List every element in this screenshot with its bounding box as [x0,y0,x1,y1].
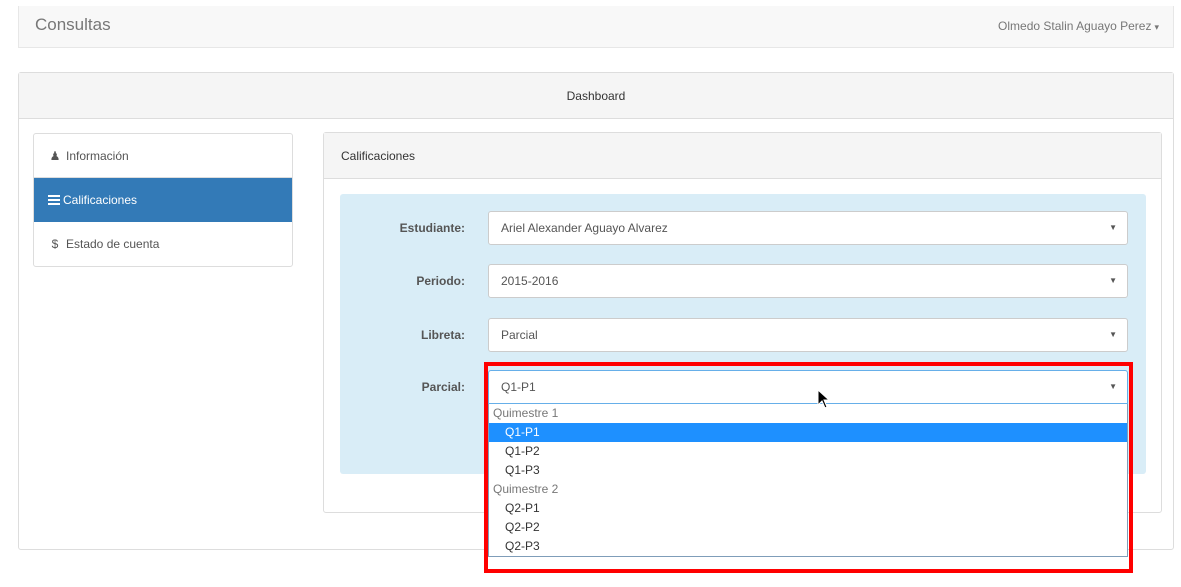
student-value: Ariel Alexander Aguayo Alvarez [501,221,668,235]
dropdown-option[interactable]: Q2-P1 [489,499,1127,518]
sidebar-item-estado-de-cuenta[interactable]: $ Estado de cuenta [34,222,292,266]
user-icon: ♟ [49,149,61,163]
partial-row: Parcial: Q1-P1 ▼ [340,370,1146,404]
booklet-row: Libreta: Parcial ▼ [340,318,1146,352]
period-row: Periodo: 2015-2016 ▼ [340,264,1146,298]
dropdown-option[interactable]: Q1-P2 [489,442,1127,461]
option-group-label: Quimestre 1 [493,406,559,420]
partial-label: Parcial: [421,380,465,394]
caret-down-icon: ▾ [1154,22,1159,32]
student-select[interactable]: Ariel Alexander Aguayo Alvarez ▼ [488,211,1128,245]
option-group-label: Quimestre 2 [493,482,559,496]
period-value: 2015-2016 [501,274,559,288]
chevron-down-icon: ▼ [1109,382,1117,391]
dashboard-title: Dashboard [19,73,1173,119]
partial-value: Q1-P1 [501,380,536,394]
partial-dropdown-list: Quimestre 1 Q1-P1 Q1-P2 Q1-P3 Quimestre 2 Q2-… [488,404,1128,557]
top-navbar: Consultas Olmedo Stalin Aguayo Perez ▾ [18,6,1174,48]
dropdown-option[interactable]: Q1-P3 [489,461,1127,480]
user-menu[interactable]: Olmedo Stalin Aguayo Perez ▾ [998,19,1159,33]
dollar-icon: $ [51,237,59,251]
booklet-label: Libreta: [420,328,465,342]
dropdown-option[interactable]: Q2-P3 [489,537,1127,556]
dropdown-option[interactable]: Q2-P2 [489,518,1127,537]
period-label: Periodo: [416,274,465,288]
booklet-value: Parcial [501,328,538,342]
navbar-brand[interactable]: Consultas [35,15,111,35]
booklet-select[interactable]: Parcial ▼ [488,318,1128,352]
student-row: Estudiante: Ariel Alexander Aguayo Alvar… [340,211,1146,245]
sidebar-menu: ♟ Información Calificaciones $ Estado de c… [33,133,293,267]
list-icon [48,195,60,205]
dropdown-option[interactable]: Q1-P1 [489,423,1127,442]
partial-select[interactable]: Q1-P1 ▼ [488,370,1128,404]
mouse-cursor-icon [817,389,831,409]
student-label: Estudiante: [399,221,465,235]
user-name: Olmedo Stalin Aguayo Perez [998,19,1152,33]
chevron-down-icon: ▼ [1109,330,1117,339]
chevron-down-icon: ▼ [1109,223,1117,232]
chevron-down-icon: ▼ [1109,276,1117,285]
sidebar-item-label: Estado de cuenta [66,237,160,251]
sidebar-item-label: Calificaciones [63,193,138,207]
sidebar-item-calificaciones[interactable]: Calificaciones [34,178,292,222]
panel-title: Calificaciones [324,133,1161,179]
sidebar-item-label: Información [66,149,129,163]
period-select[interactable]: 2015-2016 ▼ [488,264,1128,298]
sidebar-item-informacion[interactable]: ♟ Información [34,134,292,178]
